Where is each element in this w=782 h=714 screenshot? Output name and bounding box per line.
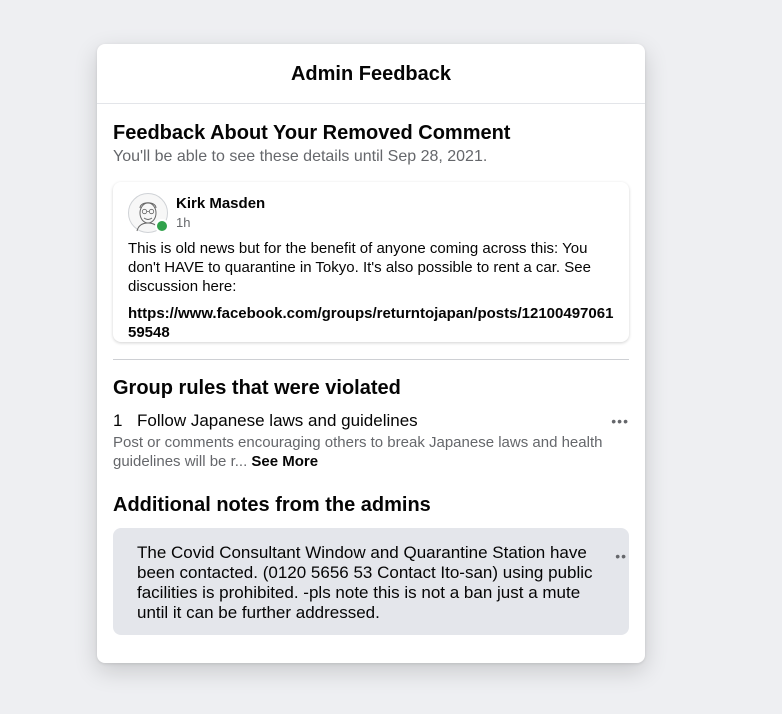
online-status-dot: [155, 219, 169, 233]
admin-notes-box: The Covid Consultant Window and Quaranti…: [113, 528, 629, 635]
rule-description: Post or comments encouraging others to b…: [113, 433, 629, 471]
notes-heading: Additional notes from the admins: [113, 494, 431, 516]
feedback-subtitle: You'll be able to see these details unti…: [113, 148, 488, 165]
comment-link[interactable]: https://www.facebook.com/groups/returnto…: [128, 304, 614, 342]
comment-author-name[interactable]: Kirk Masden: [176, 194, 265, 213]
rule-title: Follow Japanese laws and guidelines: [137, 411, 418, 430]
rule-number: 1: [113, 411, 123, 430]
comment-timestamp[interactable]: 1h: [176, 214, 265, 232]
rule-item: 1 Follow Japanese laws and guidelines ••…: [113, 410, 629, 432]
feedback-heading: Feedback About Your Removed Comment: [113, 122, 511, 144]
rules-heading: Group rules that were violated: [113, 377, 401, 399]
avatar[interactable]: [128, 193, 169, 233]
section-divider: [113, 359, 629, 360]
see-more-link[interactable]: See More: [251, 453, 318, 470]
comment-text: This is old news but for the benefit of …: [128, 240, 591, 295]
rule-more-options-icon[interactable]: •••: [611, 410, 629, 432]
notes-more-options-icon[interactable]: ••: [615, 546, 627, 566]
comment-author-row: Kirk Masden 1h: [128, 193, 614, 233]
admin-notes-text: The Covid Consultant Window and Quaranti…: [137, 543, 593, 622]
dialog-title: Admin Feedback: [290, 63, 452, 85]
dialog-header: Admin Feedback: [97, 44, 645, 104]
admin-feedback-dialog: Admin Feedback Feedback About Your Remov…: [97, 44, 645, 663]
author-meta: Kirk Masden 1h: [176, 194, 265, 232]
removed-comment-card: Kirk Masden 1h This is old news but for …: [113, 182, 629, 342]
rule-description-text: Post or comments encouraging others to b…: [113, 434, 603, 470]
dialog-content: Feedback About Your Removed Comment You'…: [97, 121, 645, 635]
